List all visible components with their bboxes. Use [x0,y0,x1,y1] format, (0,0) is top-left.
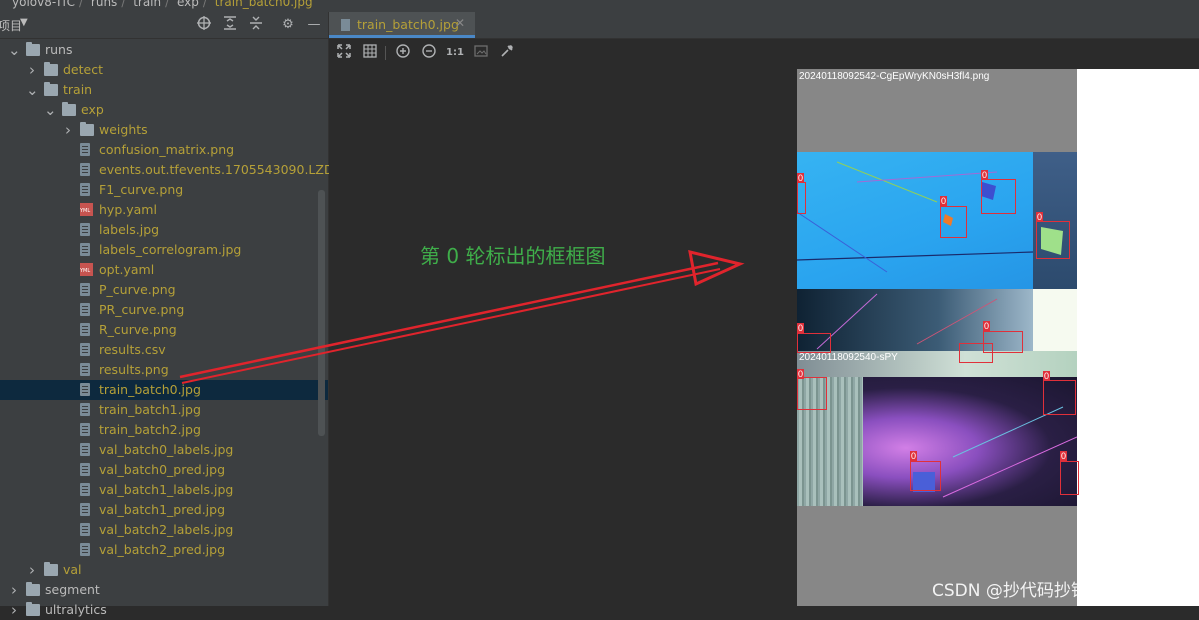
watermark: CSDN @抄代码抄错的小牛马 [932,581,1156,601]
annotation-arrow [179,250,745,384]
